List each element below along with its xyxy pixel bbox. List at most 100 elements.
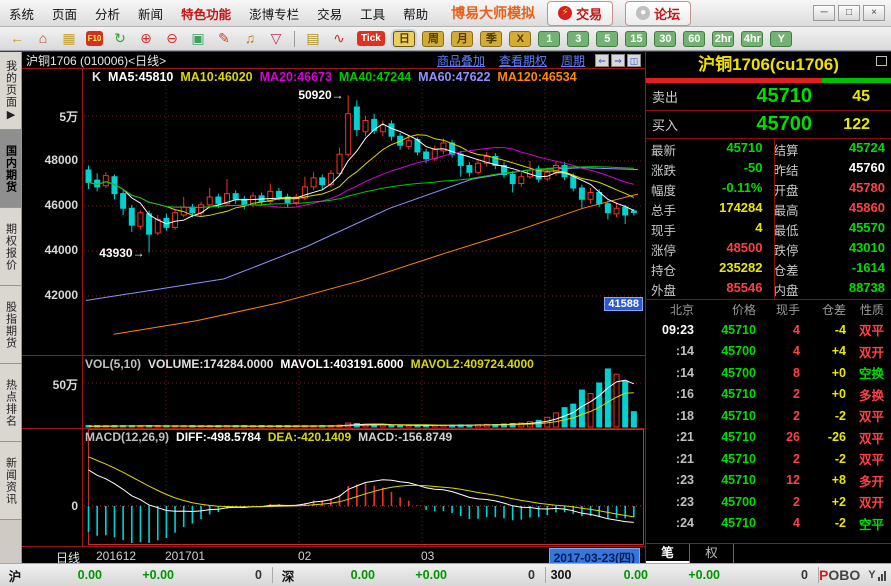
zoom-in-icon[interactable]: ⊕ xyxy=(134,29,158,48)
back-icon[interactable]: ← xyxy=(5,29,29,48)
y-axis-label-44000: 44000 xyxy=(45,243,78,257)
sidebar-tab-热点排名[interactable]: 热点排名 xyxy=(0,364,22,442)
indicator-value: MACD(12,26,9) xyxy=(85,430,169,444)
menu-item-新闻[interactable]: 新闻 xyxy=(129,4,172,23)
tick-row[interactable]: :214571026-26双平 xyxy=(646,427,891,449)
period-button-2hr[interactable]: 2hr xyxy=(712,31,734,47)
menu-item-系统[interactable]: 系统 xyxy=(0,4,43,23)
stat-value: 48500 xyxy=(690,240,769,259)
stat-label: 内盘 xyxy=(769,280,813,299)
period-button-5[interactable]: 5 xyxy=(596,31,618,47)
panel-tab-权[interactable]: 权 xyxy=(690,544,734,563)
panel-maximize-icon[interactable] xyxy=(876,56,887,66)
f10-icon[interactable]: F10 xyxy=(86,31,103,46)
report-icon[interactable]: ▤ xyxy=(301,29,325,48)
menu-item-页面[interactable]: 页面 xyxy=(43,4,86,23)
period-button-3[interactable]: 3 xyxy=(567,31,589,47)
draw-icon[interactable]: ✎ xyxy=(212,29,236,48)
header-button-交易[interactable]: ⚡交易 xyxy=(547,1,613,26)
stat-cell-仓差: 仓差-1614 xyxy=(769,260,891,279)
menu-item-帮助[interactable]: 帮助 xyxy=(394,4,437,23)
tick-row[interactable]: 09:23457104-4双平 xyxy=(646,319,891,341)
header-button-论坛[interactable]: ●论坛 xyxy=(625,1,691,26)
split-pane-icon[interactable]: ◫ xyxy=(627,54,641,67)
alert-icon[interactable]: ♫ xyxy=(238,29,262,48)
stat-label: 最高 xyxy=(769,200,813,219)
price-pane[interactable]: 5万48000460004400042000 KMA5:45810MA10:46… xyxy=(22,69,645,356)
sidebar-tab-我的页面[interactable]: 我的页面▶ xyxy=(0,52,22,130)
trend-icon[interactable]: ∿ xyxy=(327,29,351,48)
tick-nature: 多换 xyxy=(846,385,888,404)
market-change: +0.00 xyxy=(102,568,174,582)
refresh-icon[interactable]: ↻ xyxy=(108,29,132,48)
sidebar-tab-新闻资讯[interactable]: 新闻资讯 xyxy=(0,442,22,520)
macd-scale: 0 xyxy=(22,429,83,546)
market-volume: 0 xyxy=(174,568,272,582)
menu-item-分析[interactable]: 分析 xyxy=(86,4,129,23)
menu-item-澎博专栏[interactable]: 澎博专栏 xyxy=(240,4,308,23)
panel-tab-笔[interactable]: 笔 xyxy=(646,544,690,563)
stat-row: 总手174284最高45860 xyxy=(646,199,891,219)
period-button-30[interactable]: 30 xyxy=(654,31,676,47)
period-button-X[interactable]: X xyxy=(509,31,531,47)
stat-row: 最新45710结算45724 xyxy=(646,139,891,159)
period-button-月[interactable]: 月 xyxy=(451,31,473,47)
window-controls: ─□× xyxy=(813,5,885,21)
zoom-out-icon[interactable]: ⊖ xyxy=(160,29,184,48)
tick-header-性质: 性质 xyxy=(846,301,888,318)
stat-value: 88738 xyxy=(813,280,891,299)
home-icon[interactable]: ⌂ xyxy=(31,29,55,48)
period-button-日[interactable]: 日 xyxy=(393,31,415,47)
tick-row[interactable]: :24457104-2空平 xyxy=(646,513,891,535)
sidebar-tab-期权报价[interactable]: 期权报价 xyxy=(0,208,22,286)
bid-row[interactable]: 买入 45700 122 xyxy=(646,111,891,139)
x-axis: 日线 2016122017010203 2017-03-23(四) xyxy=(22,546,645,564)
indicator-value: VOL(5,10) xyxy=(85,357,141,371)
market-volume: 0 xyxy=(720,568,818,582)
period-button-4hr[interactable]: 4hr xyxy=(741,31,763,47)
period-button-周[interactable]: 周 xyxy=(422,31,444,47)
tick-row[interactable]: :14457008+0空换 xyxy=(646,362,891,384)
tick-row[interactable]: :16457102+0多换 xyxy=(646,384,891,406)
macd-pane[interactable]: 0 MACD(12,26,9)DIFF:-498.5784DEA:-420.14… xyxy=(22,429,645,546)
period-button-季[interactable]: 季 xyxy=(480,31,502,47)
period-button-Y[interactable]: Y xyxy=(770,31,792,47)
keyboard-icon[interactable]: ▦ xyxy=(57,29,81,48)
ask-price: 45710 xyxy=(692,85,812,108)
prev-arrow-icon[interactable]: ⇐ xyxy=(595,54,609,67)
menu-item-交易[interactable]: 交易 xyxy=(308,4,351,23)
tick-price: 45700 xyxy=(694,495,756,509)
maximize-button[interactable]: □ xyxy=(838,5,860,21)
close-button[interactable]: × xyxy=(863,5,885,21)
filter-icon[interactable]: ▽ xyxy=(264,29,288,48)
tick-period-button[interactable]: Tick xyxy=(357,31,385,46)
overlay-icon[interactable]: ▣ xyxy=(186,29,210,48)
tick-list: 北京价格现手仓差性质 09:23457104-4双平:14457004+4双开:… xyxy=(646,300,891,543)
chart-link-商品叠加[interactable]: 商品叠加 xyxy=(437,52,485,69)
volume-pane[interactable]: 50万 VOL(5,10)VOLUME:174284.0000MAVOL1:40… xyxy=(22,356,645,429)
minimize-button[interactable]: ─ xyxy=(813,5,835,21)
chart-link-查看期权[interactable]: 查看期权 xyxy=(499,52,547,69)
macd-scale-label: 0 xyxy=(71,499,78,513)
tick-row[interactable]: :23457002+2双开 xyxy=(646,491,891,513)
sidebar-tab-股指期货[interactable]: 股指期货 xyxy=(0,286,22,364)
x-tick-201612: 201612 xyxy=(96,549,136,563)
ask-row[interactable]: 卖出 45710 45 xyxy=(646,83,891,111)
tick-price: 45710 xyxy=(694,516,756,530)
tick-row[interactable]: :14457004+4双开 xyxy=(646,341,891,363)
sidebar-tab-国内期货[interactable]: 国内期货 xyxy=(0,130,22,208)
menu-item-工具[interactable]: 工具 xyxy=(351,4,394,23)
period-button-1[interactable]: 1 xyxy=(538,31,560,47)
tick-time: :14 xyxy=(646,344,694,358)
menu-item-特色功能[interactable]: 特色功能 xyxy=(172,4,240,23)
tick-row[interactable]: :234571012+8多开 xyxy=(646,470,891,492)
tick-row[interactable]: :21457102-2双平 xyxy=(646,448,891,470)
period-button-60[interactable]: 60 xyxy=(683,31,705,47)
period-button-15[interactable]: 15 xyxy=(625,31,647,47)
tick-price: 45710 xyxy=(694,323,756,337)
market-深: 深0.00+0.000 xyxy=(273,567,546,583)
next-arrow-icon[interactable]: ⇒ xyxy=(611,54,625,67)
chart-column: 沪铜1706 (010006)<日线> 商品叠加查看期权周期 ⇐⇒◫ 5万480… xyxy=(22,52,645,563)
tick-row[interactable]: :18457102-2双平 xyxy=(646,405,891,427)
chart-link-周期[interactable]: 周期 xyxy=(561,52,585,69)
